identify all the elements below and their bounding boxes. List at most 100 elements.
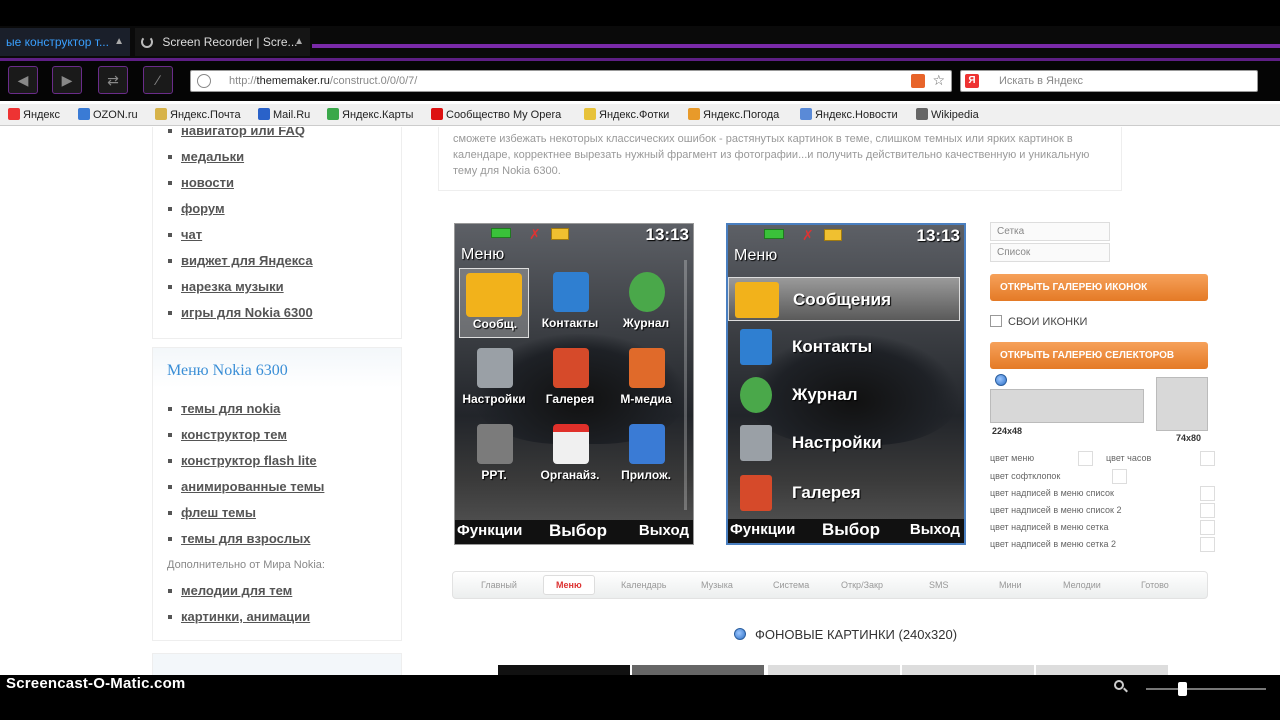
grid-icon-settings[interactable]: Настройки [459, 344, 529, 414]
back-button[interactable]: ◀ [8, 66, 38, 94]
color-swatch-menu[interactable] [1078, 451, 1093, 466]
signal-icon [491, 228, 511, 238]
open-icon-gallery-button[interactable]: ОТКРЫТЬ ГАЛЕРЕЮ ИКОНОК [990, 274, 1208, 301]
zoom-icon[interactable] [1114, 680, 1124, 690]
sidebar-link[interactable]: конструктор flash lite [153, 448, 401, 474]
color-swatch-softkeys[interactable] [1112, 469, 1127, 484]
list-row-log[interactable]: Журнал [728, 373, 960, 417]
close-tab-icon[interactable]: ▲ [114, 28, 124, 56]
sidebar-link[interactable]: картинки, анимации [153, 604, 401, 630]
size-label-wide: 224x48 [992, 426, 1023, 436]
sidebar-link[interactable]: игры для Nokia 6300 [153, 300, 401, 326]
grid-icon-ppt[interactable]: PPT. [459, 420, 529, 490]
grid-icon-gallery[interactable]: Галерея [535, 344, 605, 414]
bookmark-my-opera[interactable]: Сообщество My Opera [431, 104, 561, 126]
list-row-gallery[interactable]: Галерея [728, 471, 960, 515]
background-thumb[interactable] [902, 665, 1034, 675]
star-icon[interactable]: ☆ [932, 72, 945, 89]
bookmark-ozon[interactable]: OZON.ru [78, 104, 138, 126]
view-tab-list[interactable]: Список [990, 243, 1110, 262]
sidebar-link[interactable]: виджет для Яндекса [153, 248, 401, 274]
softkey-left[interactable]: Функции [730, 519, 795, 541]
color-swatch-grid[interactable] [1200, 520, 1215, 535]
sidebar-link[interactable]: конструктор тем [153, 422, 401, 448]
view-tab-grid[interactable]: Сетка [990, 222, 1110, 241]
bookmark-yandex-weather[interactable]: Яндекс.Погода [688, 104, 779, 126]
grid-icon-messages[interactable]: Сообщ. [459, 268, 529, 338]
background-thumb[interactable] [632, 665, 764, 675]
forward-button[interactable]: ▶ [52, 66, 82, 94]
softkey-center[interactable]: Выбор [822, 519, 880, 541]
color-swatch-list[interactable] [1200, 486, 1215, 501]
bookmark-yandex-maps[interactable]: Яндекс.Карты [327, 104, 413, 126]
list-row-messages[interactable]: Сообщения [728, 277, 960, 321]
selector-preview-square[interactable] [1156, 377, 1208, 431]
reload-button[interactable]: ⇄ [98, 66, 128, 94]
rss-icon[interactable] [911, 74, 925, 88]
phone-preview-grid[interactable]: ✗ 13:13 Меню Сообщ. Контакты Журнал Наст… [454, 223, 694, 545]
color-swatch-clock[interactable] [1200, 451, 1215, 466]
step-done[interactable]: Готово [1141, 572, 1169, 598]
sidebar-link[interactable]: навигатор или FAQ [153, 127, 401, 144]
list-row-contacts[interactable]: Контакты [728, 325, 960, 369]
bookmark-yandex-news[interactable]: Яндекс.Новости [800, 104, 898, 126]
background-thumb[interactable] [498, 665, 630, 675]
screen: ые конструктор т... ▲ Screen Recorder | … [0, 0, 1280, 720]
softkey-center[interactable]: Выбор [549, 520, 607, 542]
list-row-label: Галерея [792, 483, 861, 502]
selector-preview-wide[interactable] [990, 389, 1144, 423]
bookmark-yandex-mail[interactable]: Яндекс.Почта [155, 104, 241, 126]
background-thumb[interactable] [768, 665, 900, 675]
bookmark-mailru[interactable]: Mail.Ru [258, 104, 310, 126]
background-thumb[interactable] [1036, 665, 1168, 675]
open-selector-gallery-button[interactable]: ОТКРЫТЬ ГАЛЕРЕЮ СЕЛЕКТОРОВ [990, 342, 1208, 369]
sidebar-menu-list: темы для nokia конструктор тем конструкт… [153, 396, 401, 552]
step-mini[interactable]: Мини [999, 572, 1022, 598]
selector-radio[interactable] [995, 374, 1007, 386]
softkey-left[interactable]: Функции [457, 520, 522, 542]
own-icons-checkbox[interactable] [990, 315, 1002, 327]
bookmark-wikipedia[interactable]: Wikipedia [916, 104, 979, 126]
sidebar-link[interactable]: форум [153, 196, 401, 222]
sidebar-link[interactable]: темы для взрослых [153, 526, 401, 552]
sidebar-link[interactable]: нарезка музыки [153, 274, 401, 300]
grid-icon-organizer[interactable]: Органайз. [535, 420, 605, 490]
softkey-right[interactable]: Выход [639, 520, 689, 542]
bookmark-yandex-fotki[interactable]: Яндекс.Фотки [584, 104, 669, 126]
grid-icon-log[interactable]: Журнал [611, 268, 681, 338]
step-music[interactable]: Музыка [701, 572, 733, 598]
zoom-slider-track[interactable] [1146, 688, 1266, 690]
sidebar-link[interactable]: мелодии для тем [153, 578, 401, 604]
address-bar[interactable]: http://thememaker.ru/construct.0/0/0/7/ … [190, 70, 952, 92]
close-tab-icon[interactable]: ▲ [294, 28, 304, 56]
sidebar-link[interactable]: темы для nokia [153, 396, 401, 422]
sidebar-link[interactable]: флеш темы [153, 500, 401, 526]
sidebar-link[interactable]: новости [153, 170, 401, 196]
step-calendar[interactable]: Календарь [621, 572, 666, 598]
sidebar-link[interactable]: чат [153, 222, 401, 248]
grid-icon-label: Журнал [622, 316, 670, 330]
search-input[interactable]: Я Искать в Яндекс [960, 70, 1258, 92]
zoom-slider-handle[interactable] [1178, 682, 1187, 696]
step-main[interactable]: Главный [481, 572, 517, 598]
step-sms[interactable]: SMS [929, 572, 949, 598]
step-melodies[interactable]: Мелодии [1063, 572, 1101, 598]
tab-theme-constructor[interactable]: ые конструктор т... ▲ [0, 28, 130, 56]
step-open-close[interactable]: Откр/Закр [841, 572, 883, 598]
tab-screen-recorder[interactable]: Screen Recorder | Scre... ▲ [135, 28, 310, 56]
softkey-right[interactable]: Выход [910, 519, 960, 541]
step-system[interactable]: Система [773, 572, 809, 598]
sidebar-link[interactable]: анимированные темы [153, 474, 401, 500]
grid-icon-contacts[interactable]: Контакты [535, 268, 605, 338]
color-swatch-list2[interactable] [1200, 503, 1215, 518]
list-row-settings[interactable]: Настройки [728, 421, 960, 465]
backgrounds-radio[interactable] [734, 628, 746, 640]
sidebar-link[interactable]: медальки [153, 144, 401, 170]
color-swatch-grid2[interactable] [1200, 537, 1215, 552]
grid-icon-media[interactable]: M-медиа [611, 344, 681, 414]
bookmark-yandex[interactable]: Яндекс [8, 104, 60, 126]
phone-preview-list[interactable]: ✗ 13:13 Меню Сообщения Контакты Журнал Н… [726, 223, 966, 545]
edit-button[interactable]: ∕ [143, 66, 173, 94]
grid-icon-apps[interactable]: Прилож. [611, 420, 681, 490]
step-menu[interactable]: Меню [543, 575, 595, 595]
